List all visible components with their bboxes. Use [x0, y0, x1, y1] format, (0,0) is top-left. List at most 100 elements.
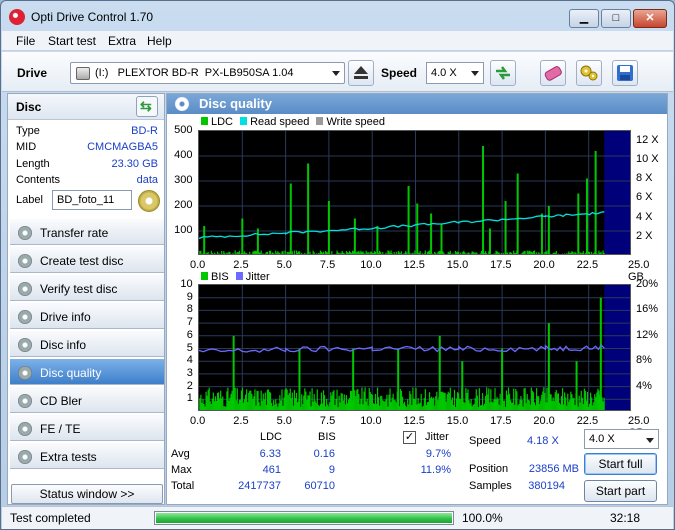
elapsed-time: 32:18	[610, 511, 641, 525]
nav-item-drive-info[interactable]: Drive info	[10, 302, 164, 329]
drive-select[interactable]: (I:) PLEXTOR BD-R PX-LB950SA 1.04	[70, 62, 345, 84]
y-left-tick-label: 1	[186, 392, 193, 405]
status-bar: Test completed 100.0% 32:18	[2, 506, 673, 529]
start-full-button[interactable]: Start full	[584, 453, 657, 475]
menu-extra[interactable]: Extra	[108, 34, 136, 48]
nav-item-extra-tests[interactable]: Extra tests	[10, 442, 164, 469]
stats-row-label: Avg	[171, 448, 190, 460]
disc-icon	[18, 310, 32, 324]
x-tick-label: 5.0	[276, 259, 292, 271]
refresh-speed-button[interactable]	[490, 60, 516, 86]
nav-item-label: Verify test disc	[40, 282, 118, 296]
y-left-tick-label: 100	[174, 224, 193, 236]
total-bis-value: 60710	[304, 480, 335, 492]
menu-file[interactable]: File	[16, 34, 35, 48]
app-window: Opti Drive Control 1.70 ▁ □ ✕ File Start…	[0, 0, 675, 530]
gears-icon	[580, 65, 598, 81]
disc-icon	[18, 338, 32, 352]
speed-stat-value: 4.18 X	[527, 435, 559, 447]
save-button[interactable]	[612, 60, 638, 86]
y-right-tick-label: 6 X	[636, 191, 653, 204]
nav-item-label: Transfer rate	[40, 226, 109, 240]
nav-item-label: FE / TE	[40, 422, 81, 436]
y-right-tick-label: 20%	[636, 278, 659, 290]
position-label: Position	[469, 463, 509, 475]
speed-label: Speed	[381, 66, 418, 80]
y-left-tick-label: 10	[180, 278, 193, 290]
settings-button[interactable]	[576, 60, 602, 86]
y-right-tick-label: 2 X	[636, 229, 653, 242]
nav-item-cd-bler[interactable]: CD Bler	[10, 386, 164, 413]
disc-icon	[18, 366, 32, 380]
status-window-button[interactable]: Status window >>	[11, 484, 163, 504]
disc-header-title: Disc	[16, 100, 42, 114]
speed-stat-label: Speed	[469, 435, 501, 447]
refresh-icon	[496, 66, 510, 80]
panel-header: Disc quality	[167, 94, 667, 114]
disc-contents-value: data	[136, 174, 158, 186]
x-tick-label: 7.5	[319, 415, 336, 427]
y-right-tick-label: 4 X	[636, 210, 653, 223]
nav-item-label: Disc info	[40, 338, 87, 352]
avg-ldc-value: 6.33	[259, 448, 281, 460]
menu-start-test[interactable]: Start test	[48, 34, 96, 48]
disc-icon	[18, 394, 32, 408]
panel-title: Disc quality	[199, 96, 272, 111]
write-speed-legend-label: Write speed	[326, 116, 385, 128]
disc-type-value: BD-R	[131, 125, 158, 137]
chevron-down-icon	[332, 71, 340, 76]
unused-area	[604, 131, 630, 254]
title-bar[interactable]: Opti Drive Control 1.70 ▁ □ ✕	[1, 1, 674, 31]
nav-item-disc-info[interactable]: Disc info	[10, 330, 164, 357]
disc-label-icon[interactable]	[138, 190, 160, 212]
test-speed-select[interactable]: 4.0 X	[584, 429, 659, 449]
sidebar: Disc Type BD-R MID CMCMAGBA5 Length 23.30 G…	[7, 93, 165, 505]
disc-length-key: Length	[16, 158, 50, 170]
nav-item-verify-test-disc[interactable]: Verify test disc	[10, 274, 164, 301]
progress-fill	[156, 513, 452, 523]
y-left-tick-label: 8	[186, 303, 193, 316]
total-ldc-value: 2417737	[238, 480, 281, 492]
y-left-tick-label: 6	[186, 328, 193, 341]
jitter-legend-swatch	[235, 272, 243, 280]
avg-bis-value: 0.16	[313, 448, 335, 460]
progress-bar	[154, 511, 454, 525]
disc-icon	[18, 254, 32, 268]
y-right-tick-label: 8 X	[636, 172, 653, 185]
disc-panel-header: Disc	[8, 94, 164, 120]
x-tick-label: 22.5	[576, 415, 599, 427]
maximize-button[interactable]: □	[601, 9, 631, 28]
nav-item-create-test-disc[interactable]: Create test disc	[10, 246, 164, 273]
max-ldc-value: 461	[262, 464, 281, 476]
y-left-tick-label: 3	[186, 366, 193, 379]
samples-value: 380194	[528, 480, 565, 492]
erase-button[interactable]	[540, 60, 566, 86]
x-tick-label: 2.5	[233, 415, 249, 427]
x-tick-label: 17.5	[490, 259, 512, 271]
nav-item-fe-te[interactable]: FE / TE	[10, 414, 164, 441]
y-left-tick-label: 200	[174, 199, 193, 211]
nav-item-disc-quality[interactable]: Disc quality	[10, 358, 164, 385]
y-right-tick-label: 4%	[636, 379, 652, 392]
ldc-chart-legend: LDC Read speed Write speed	[201, 116, 385, 128]
x-tick-label: 0.0	[190, 415, 206, 427]
menu-help[interactable]: Help	[147, 34, 172, 48]
window-title: Opti Drive Control 1.70	[31, 10, 154, 24]
nav-item-label: CD Bler	[40, 394, 83, 408]
disc-refresh-button[interactable]	[136, 96, 158, 117]
disc-label-field[interactable]: BD_foto_11	[52, 190, 132, 210]
eject-button[interactable]	[348, 60, 374, 86]
close-button[interactable]: ✕	[633, 9, 667, 28]
bis-legend-swatch	[201, 272, 208, 280]
nav-item-transfer-rate[interactable]: Transfer rate	[10, 218, 164, 245]
y-left-tick-label: 300	[174, 174, 193, 186]
start-part-button[interactable]: Start part	[584, 480, 657, 502]
y-left-tick-label: 500	[174, 124, 193, 136]
jitter-checkbox[interactable]: ✓	[403, 431, 416, 444]
minimize-button[interactable]: ▁	[569, 9, 599, 28]
toolbar: Drive (I:) PLEXTOR BD-R PX-LB950SA 1.04 …	[2, 52, 673, 92]
app-logo-icon	[9, 9, 25, 25]
nav-item-label: Create test disc	[40, 254, 124, 268]
test-speed-value: 4.0 X	[589, 433, 615, 445]
speed-select[interactable]: 4.0 X	[426, 62, 484, 84]
